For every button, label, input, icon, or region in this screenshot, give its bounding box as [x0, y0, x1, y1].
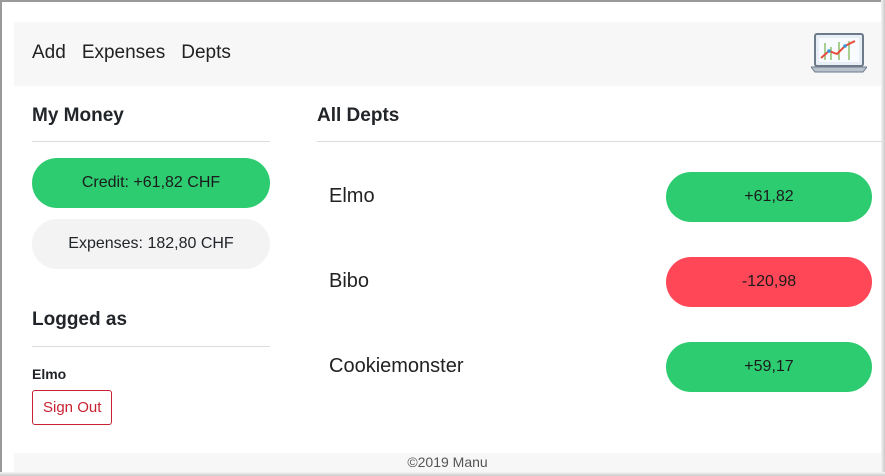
divider [317, 141, 885, 142]
my-money-title: My Money [32, 105, 124, 126]
sign-out-button[interactable]: Sign Out [32, 390, 113, 425]
dept-name: Bibo [329, 270, 370, 292]
credit-pill: Credit: +61,82 CHF [32, 158, 270, 208]
nav-expenses[interactable]: Expenses [82, 42, 165, 64]
nav-add[interactable]: Add [32, 42, 66, 64]
dept-row: Bibo -120,98 [317, 257, 872, 307]
dept-amount-pill: +61,82 [666, 172, 872, 222]
sidebar: My Money Credit: +61,82 CHF Expenses: 18… [32, 88, 270, 425]
window-shadow-bottom [0, 472, 885, 476]
dept-amount-pill: -120,98 [666, 257, 872, 307]
main-content: All Depts Elmo +61,82 Bibo -120,98 Cooki… [317, 88, 885, 392]
nav-links: Add Expenses Depts [32, 42, 231, 64]
dept-row: Cookiemonster +59,17 [317, 342, 872, 392]
nav-depts[interactable]: Depts [181, 42, 231, 64]
expenses-pill: Expenses: 182,80 CHF [32, 219, 270, 269]
dept-name: Elmo [329, 185, 375, 207]
username: Elmo [32, 366, 67, 382]
window-shadow-right [881, 0, 885, 476]
navbar: Add Expenses Depts [14, 22, 881, 86]
footer: ©2019 Manu [14, 453, 881, 472]
all-depts-title: All Depts [317, 105, 400, 126]
dept-amount-pill: +59,17 [666, 342, 872, 392]
dept-row: Elmo +61,82 [317, 172, 872, 222]
divider [32, 346, 270, 347]
dept-name: Cookiemonster [329, 355, 464, 377]
logged-as-title: Logged as [32, 309, 128, 330]
chart-laptop-icon[interactable] [811, 31, 867, 75]
divider [32, 141, 270, 142]
